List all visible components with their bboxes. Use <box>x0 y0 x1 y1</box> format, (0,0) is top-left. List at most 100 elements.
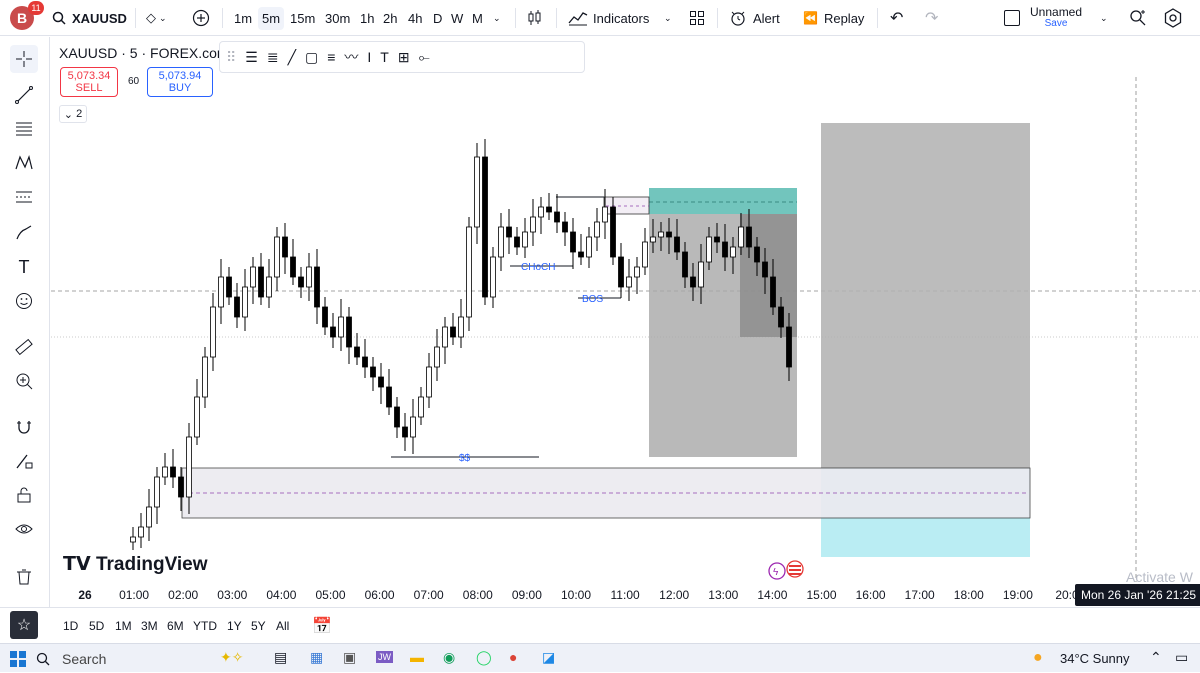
measure-line-icon[interactable]: ⟜ <box>419 49 430 66</box>
chart-type-button[interactable] <box>527 0 543 36</box>
candle-body <box>626 276 632 288</box>
projection-zone-grey[interactable] <box>821 123 1030 468</box>
indicators-chevron-icon[interactable]: ⌄ <box>664 0 672 36</box>
tf-1h[interactable]: 1h <box>360 0 374 36</box>
buy-button[interactable]: 5,073.94 BUY <box>147 67 213 97</box>
quick-search-button[interactable] <box>1128 0 1148 36</box>
rectangle-icon[interactable]: ▢ <box>305 49 318 66</box>
file-explorer-icon[interactable]: ▬ <box>410 649 424 665</box>
layout-chevron-icon[interactable]: ⌄ <box>1100 0 1108 36</box>
candle-body <box>218 276 224 308</box>
tf-5m[interactable]: 5m <box>258 0 285 36</box>
drag-handle-icon[interactable]: ⠿ <box>226 49 236 66</box>
range-3m[interactable]: 3M <box>141 619 158 633</box>
tray-chevron-up-icon[interactable]: ⌃ <box>1150 649 1162 666</box>
chart-canvas[interactable]: CHoCH BOS $$ ϟ <box>51 37 1200 582</box>
tf-1m[interactable]: 1m <box>234 0 252 36</box>
range-1y[interactable]: 1Y <box>227 619 242 633</box>
weather-sun-icon: ● <box>1033 649 1043 666</box>
indicator-collapse-button[interactable]: ⌄ 2 <box>59 105 87 123</box>
tf-more-chevron-icon[interactable]: ⌄ <box>493 0 501 36</box>
candle-body <box>482 156 488 298</box>
forecast-icon[interactable] <box>10 183 38 211</box>
lock-icon[interactable] <box>10 481 38 509</box>
add-symbol-button[interactable] <box>192 0 210 36</box>
range-5y[interactable]: 5Y <box>251 619 266 633</box>
tf-d[interactable]: D <box>433 0 442 36</box>
photos-app-icon[interactable]: ◪ <box>542 649 555 666</box>
short-position-target-zone[interactable] <box>649 188 797 214</box>
tf-w[interactable]: W <box>451 0 463 36</box>
settings-button[interactable] <box>1163 0 1183 36</box>
line-tool-icon[interactable]: ╱ <box>288 49 296 66</box>
horizontal-lines-icon[interactable]: ☰ <box>245 49 258 66</box>
tf-4h[interactable]: 4h <box>408 0 422 36</box>
table-icon[interactable]: ⊞ <box>398 49 410 66</box>
layout-name: Unnamed <box>1030 5 1083 19</box>
trend-line-icon[interactable] <box>10 81 38 109</box>
crosshair-icon[interactable] <box>10 45 38 73</box>
range-5d[interactable]: 5D <box>89 619 104 633</box>
tf-15m[interactable]: 15m <box>290 0 315 36</box>
candle-body <box>602 206 608 223</box>
emoji-icon[interactable] <box>10 287 38 315</box>
time-axis-tick: 05:00 <box>315 588 346 602</box>
tray-network-icon[interactable]: ▭ <box>1175 649 1188 666</box>
search-icon <box>52 11 66 25</box>
tf-30m[interactable]: 30m <box>325 0 350 36</box>
taskbar-search[interactable]: Search <box>36 644 211 673</box>
candle-body <box>362 356 368 368</box>
magnet-icon[interactable] <box>10 413 38 441</box>
layout-save-group[interactable]: Unnamed Save <box>1030 0 1082 36</box>
chart-pane[interactable]: CHoCH BOS $$ ϟ XAUUSD · 5 · FOREX.com ⠿ … <box>51 37 1200 607</box>
calculator-app-icon[interactable]: ▦ <box>310 649 323 666</box>
candle-body <box>202 356 208 398</box>
trash-icon[interactable] <box>10 563 38 591</box>
task-view-icon[interactable]: ▤ <box>274 649 287 666</box>
windows-start-icon[interactable] <box>10 651 26 667</box>
chrome-browser-icon[interactable]: ● <box>509 649 517 665</box>
eye-icon[interactable] <box>10 515 38 543</box>
text-icon[interactable]: T <box>380 49 389 65</box>
undo-icon[interactable]: ↶ <box>890 0 903 36</box>
store-app-icon[interactable]: ▣ <box>343 649 356 666</box>
weather-text[interactable]: 34°C Sunny <box>1060 651 1130 666</box>
watchlist-star-icon[interactable]: ☆ <box>10 611 38 639</box>
alert-button[interactable]: Alert <box>729 0 780 36</box>
sell-button[interactable]: 5,073.34 SELL <box>60 67 118 97</box>
chart-symbol-title[interactable]: XAUUSD · 5 · FOREX.com <box>59 45 229 61</box>
parallel-lines-icon[interactable]: ≣ <box>267 49 279 66</box>
tf-2h[interactable]: 2h <box>383 0 397 36</box>
range-all[interactable]: All <box>276 619 289 633</box>
pattern-icon[interactable] <box>10 149 38 177</box>
pencil-lock-icon[interactable] <box>10 447 38 475</box>
range-6m[interactable]: 6M <box>167 619 184 633</box>
compare-button[interactable]: ◇ ⌄ <box>146 0 167 36</box>
redo-icon[interactable]: ↷ <box>925 0 938 36</box>
candle-body <box>338 316 344 338</box>
text-lines-icon[interactable]: ≡ <box>327 49 335 65</box>
copilot-sparkle-icon[interactable]: ✦✧ <box>220 649 243 666</box>
layout-button[interactable] <box>689 0 705 36</box>
symbol-search[interactable]: XAUUSD <box>52 0 127 36</box>
ruler-icon[interactable] <box>10 333 38 361</box>
range-1m[interactable]: 1M <box>115 619 132 633</box>
time-axis[interactable]: 20:0 19:00 18:00 17:00 16:00 15:00 14:00 13:00 1… <box>51 582 1200 607</box>
tf-m[interactable]: M <box>472 0 483 36</box>
fib-retracement-icon[interactable] <box>10 115 38 143</box>
jw-app-icon[interactable]: JW <box>376 651 393 663</box>
cursor-text-icon[interactable]: I <box>367 49 371 65</box>
zoom-in-icon[interactable] <box>10 367 38 395</box>
range-ytd[interactable]: YTD <box>193 619 217 633</box>
whatsapp-icon[interactable]: ◯ <box>476 649 492 666</box>
layout-name-button[interactable] <box>1004 0 1020 36</box>
brush-icon[interactable] <box>10 219 38 247</box>
candle-body <box>250 266 256 288</box>
calendar-goto-icon[interactable]: 📅 <box>312 616 332 636</box>
path-icon[interactable]: 〰 <box>344 47 358 67</box>
replay-button[interactable]: ⏪ Replay <box>803 0 864 36</box>
text-tool-icon[interactable]: T <box>10 253 38 281</box>
edge-browser-icon[interactable]: ◉ <box>443 649 455 666</box>
range-1d[interactable]: 1D <box>63 619 78 633</box>
indicators-button[interactable]: Indicators <box>568 0 649 36</box>
